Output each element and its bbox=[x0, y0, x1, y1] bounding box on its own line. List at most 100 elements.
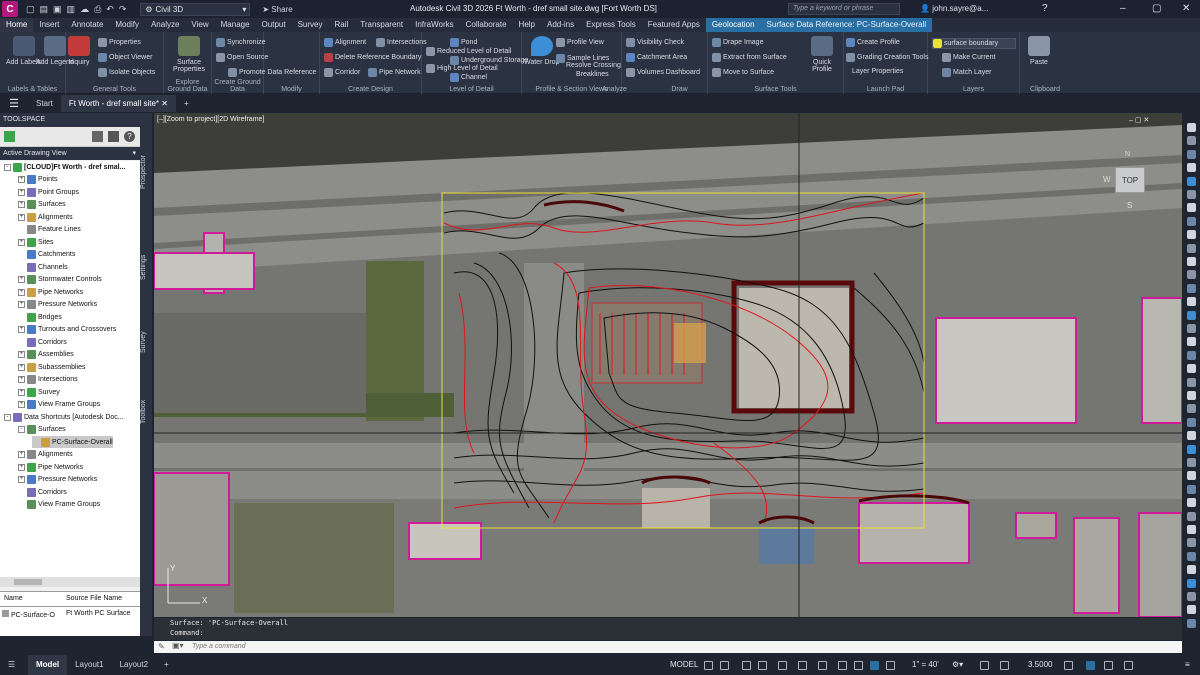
tool-palette-icon[interactable] bbox=[1187, 592, 1196, 601]
volumes-dashboard-button[interactable]: Volumes Dashboard bbox=[626, 68, 700, 77]
scroll-thumb[interactable] bbox=[14, 579, 42, 585]
tree-item[interactable]: + Survey bbox=[18, 386, 60, 398]
corridor-button[interactable]: Corridor bbox=[324, 68, 360, 77]
tool-palette-icon[interactable] bbox=[1187, 511, 1196, 521]
annotation-scale[interactable]: 1" = 40' bbox=[912, 660, 939, 669]
tree-item[interactable]: PC-Surface-Overall bbox=[32, 436, 113, 448]
move-to-surface-button[interactable]: Move to Surface bbox=[712, 68, 774, 77]
new-file-icon[interactable]: ▢ bbox=[26, 4, 35, 15]
resolve-crossing-button[interactable]: Resolve Crossing bbox=[566, 62, 621, 69]
units-icon[interactable] bbox=[1000, 661, 1009, 670]
model-space-toggle[interactable]: MODEL bbox=[670, 660, 698, 669]
layer-properties-button[interactable]: Layer Properties bbox=[852, 68, 903, 75]
tree-item[interactable]: + Subassemblies bbox=[18, 361, 85, 373]
match-layer-button[interactable]: Match Layer bbox=[942, 68, 992, 77]
expand-icon[interactable]: + bbox=[18, 476, 25, 483]
ortho-icon[interactable] bbox=[742, 661, 751, 670]
viewcube-top-face[interactable]: TOP bbox=[1115, 167, 1145, 193]
expand-icon[interactable]: + bbox=[18, 463, 25, 471]
expand-icon[interactable]: + bbox=[18, 301, 25, 308]
maximize-icon[interactable]: ▢ bbox=[1152, 3, 1161, 14]
cloud-icon[interactable]: ☁ bbox=[80, 4, 89, 15]
annotation-monitor-icon[interactable] bbox=[980, 661, 989, 670]
tree-item[interactable]: Catchments bbox=[18, 249, 75, 261]
redo-icon[interactable]: ↷ bbox=[119, 4, 127, 15]
tool-palette-icon[interactable] bbox=[1187, 498, 1196, 508]
elevation-value[interactable]: 3.5000 bbox=[1028, 660, 1052, 669]
transparency-icon[interactable] bbox=[854, 661, 863, 670]
tree-item[interactable]: Corridors bbox=[18, 336, 67, 348]
toolspace-tab-toolbox[interactable]: Toolbox bbox=[140, 387, 152, 437]
polar-icon[interactable] bbox=[758, 661, 767, 670]
paste-button[interactable]: Paste bbox=[1028, 36, 1050, 66]
expand-icon[interactable]: + bbox=[18, 363, 25, 371]
workspace-select[interactable]: ⚙ Civil 3D ▾ bbox=[140, 2, 251, 16]
grading-tools-button[interactable]: Grading Creation Tools bbox=[846, 53, 928, 62]
open-folder-icon[interactable]: ▤ bbox=[40, 4, 49, 15]
tree-item[interactable]: + Surfaces bbox=[18, 199, 66, 211]
layout-tab-model[interactable]: Model bbox=[28, 655, 68, 675]
expand-icon[interactable]: + bbox=[18, 276, 25, 283]
close-icon[interactable]: ✕ bbox=[161, 99, 168, 108]
channel-button[interactable]: Channel bbox=[450, 73, 487, 82]
tool-palette-icon[interactable] bbox=[1187, 324, 1196, 333]
toolspace-tab-settings[interactable]: Settings bbox=[140, 237, 152, 297]
app-logo[interactable]: C bbox=[2, 1, 18, 17]
grid-header-source[interactable]: Source File Name bbox=[66, 595, 122, 602]
tool-palette-icon[interactable] bbox=[1187, 391, 1196, 400]
ribbon-tab[interactable]: Featured Apps bbox=[642, 18, 706, 32]
viewport-controls-label[interactable]: [–][Zoom to project][2D Wireframe] bbox=[157, 116, 264, 123]
tree-item[interactable]: + Turnouts and Crossovers bbox=[18, 324, 116, 336]
tool-palette-icon[interactable] bbox=[1187, 458, 1196, 467]
collapse-icon[interactable]: - bbox=[4, 163, 11, 171]
tree-item[interactable]: + Pressure Networks bbox=[18, 474, 97, 486]
drawing-viewport[interactable]: Y X [–][Zoom to project][2D Wireframe] –… bbox=[154, 113, 1182, 617]
clean-screen-icon[interactable] bbox=[1104, 661, 1113, 670]
tree-item[interactable]: + Stormwater Controls bbox=[18, 274, 102, 286]
tree-item[interactable]: + Points bbox=[18, 174, 57, 186]
tree-item[interactable]: + Alignments bbox=[18, 211, 73, 223]
ribbon-tab[interactable]: View bbox=[185, 18, 214, 32]
ribbon-tab[interactable]: Express Tools bbox=[580, 18, 642, 32]
active-drawing-view-select[interactable]: Active Drawing View ▾ bbox=[0, 147, 140, 160]
minimize-icon[interactable]: – bbox=[1120, 3, 1126, 14]
ribbon-tab[interactable]: Analyze bbox=[145, 18, 185, 32]
tool-palette-icon[interactable] bbox=[1187, 216, 1196, 226]
ribbon-tab[interactable]: Rail bbox=[328, 18, 354, 32]
tool-palette-icon[interactable] bbox=[1187, 283, 1196, 293]
tree-item[interactable]: + Point Groups bbox=[18, 186, 79, 198]
grid-header-name[interactable]: Name bbox=[4, 595, 23, 602]
ribbon-tab[interactable]: Geolocation bbox=[705, 18, 761, 32]
viewport-window-controls[interactable]: – ▢ ✕ bbox=[1129, 116, 1149, 124]
tool-palette-icon[interactable] bbox=[1187, 618, 1196, 628]
ribbon-tab[interactable]: Output bbox=[256, 18, 292, 32]
synchronize-button[interactable]: Synchronize bbox=[216, 38, 266, 47]
layout-tab-layout1[interactable]: Layout1 bbox=[67, 655, 111, 675]
tool-palette-icon[interactable] bbox=[1187, 310, 1196, 320]
expand-icon[interactable]: + bbox=[18, 288, 25, 296]
tool-palette-icon[interactable] bbox=[1187, 404, 1196, 414]
water-drop-button[interactable]: Water Drop bbox=[524, 36, 560, 66]
tree-item[interactable]: Bridges bbox=[18, 311, 62, 323]
tool-palette-icon[interactable] bbox=[1187, 149, 1196, 159]
tool-palette-icon[interactable] bbox=[1187, 136, 1196, 146]
viewcube-south[interactable]: S bbox=[1127, 201, 1132, 210]
list-view-icon[interactable] bbox=[108, 131, 119, 142]
alignment-button[interactable]: Alignment bbox=[324, 38, 366, 47]
add-layout-button[interactable]: + bbox=[156, 655, 177, 675]
tree-item[interactable]: + Intersections bbox=[18, 374, 78, 386]
expand-icon[interactable]: + bbox=[18, 326, 25, 333]
tool-palette-icon[interactable] bbox=[1187, 484, 1196, 494]
user-account[interactable]: 👤 john.sayre@a... bbox=[920, 4, 988, 13]
breaklines-button[interactable]: Breaklines bbox=[576, 71, 609, 78]
tree-item[interactable]: + Sites bbox=[18, 236, 54, 248]
make-current-button[interactable]: Make Current bbox=[942, 53, 995, 62]
tree-item[interactable]: Feature Lines bbox=[18, 224, 81, 236]
tool-palette-icon[interactable] bbox=[1187, 605, 1196, 615]
grid-view-icon[interactable] bbox=[92, 131, 103, 142]
command-dropdown-icon[interactable]: ▣▾ bbox=[172, 641, 184, 650]
tool-palette-icon[interactable] bbox=[1187, 377, 1196, 387]
tree-item[interactable]: + Pressure Networks bbox=[18, 299, 97, 311]
ribbon-tab[interactable]: Insert bbox=[33, 18, 65, 32]
help-icon[interactable]: ? bbox=[124, 131, 135, 142]
